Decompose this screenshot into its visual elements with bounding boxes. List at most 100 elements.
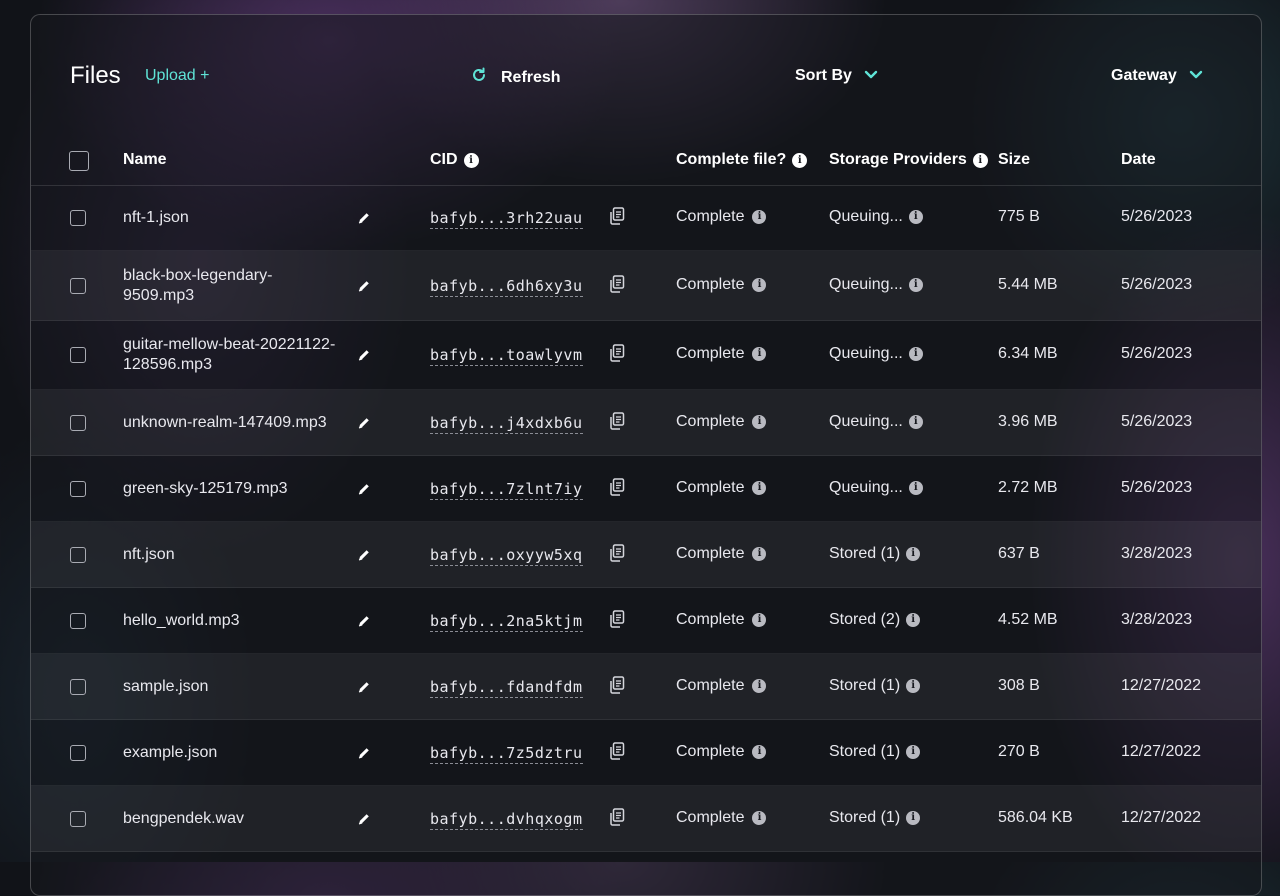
info-icon[interactable]: i xyxy=(752,810,767,825)
cid-value[interactable]: bafyb...fdandfdm xyxy=(430,678,583,698)
cid-value[interactable]: bafyb...2na5ktjm xyxy=(430,612,583,632)
storage-label: Stored (1) xyxy=(829,676,901,694)
info-icon[interactable]: i xyxy=(752,546,767,561)
cid-value[interactable]: bafyb...3rh22uau xyxy=(430,209,583,229)
pencil-icon[interactable] xyxy=(357,348,371,362)
info-icon[interactable]: i xyxy=(906,744,921,759)
row-checkbox[interactable] xyxy=(70,678,86,695)
copy-icon[interactable] xyxy=(609,543,625,562)
table-row: green-sky-125179.mp3 bafyb...7zlnt7iy Comp… xyxy=(31,456,1261,522)
row-checkbox[interactable] xyxy=(70,277,86,294)
chevron-down-icon xyxy=(1189,67,1203,85)
row-checkbox[interactable] xyxy=(70,546,86,563)
column-header-complete[interactable]: Complete file? i xyxy=(676,151,808,169)
copy-icon[interactable] xyxy=(609,477,625,496)
complete-label: Complete xyxy=(676,275,745,293)
table-row: hello_world.mp3 bafyb...2na5ktjm Complete i… xyxy=(31,588,1261,654)
cid-value[interactable]: bafyb...dvhqxogm xyxy=(430,810,583,830)
file-size: 2.72 MB xyxy=(998,478,1058,496)
pencil-icon[interactable] xyxy=(357,279,371,293)
cid-value[interactable]: bafyb...toawlyvm xyxy=(430,346,583,366)
info-icon[interactable]: i xyxy=(752,414,767,429)
info-icon[interactable]: i xyxy=(908,277,923,292)
storage-status: Queuing... i xyxy=(829,479,923,497)
select-all-checkbox[interactable] xyxy=(69,151,89,171)
cid-value[interactable]: bafyb...6dh6xy3u xyxy=(430,277,583,297)
refresh-button[interactable]: Refresh xyxy=(471,67,561,88)
complete-label: Complete xyxy=(676,478,745,496)
copy-icon[interactable] xyxy=(609,411,625,430)
info-icon[interactable]: i xyxy=(906,810,921,825)
row-checkbox[interactable] xyxy=(70,209,86,226)
copy-icon[interactable] xyxy=(609,609,625,628)
row-checkbox[interactable] xyxy=(70,612,86,629)
column-header-cid[interactable]: CID i xyxy=(430,151,479,169)
info-icon[interactable]: i xyxy=(908,480,923,495)
info-icon[interactable]: i xyxy=(752,277,767,292)
file-date: 5/26/2023 xyxy=(1121,345,1193,362)
info-icon[interactable]: i xyxy=(463,152,479,168)
info-icon[interactable]: i xyxy=(906,546,921,561)
info-icon[interactable]: i xyxy=(972,152,988,168)
sort-by-dropdown[interactable]: Sort By xyxy=(795,67,878,85)
storage-status: Queuing... i xyxy=(829,413,923,431)
column-label: Date xyxy=(1121,151,1156,168)
pencil-icon[interactable] xyxy=(357,614,371,628)
file-name: black-box-legendary-9509.mp3 xyxy=(123,266,273,304)
row-checkbox[interactable] xyxy=(70,347,86,363)
copy-icon[interactable] xyxy=(609,344,625,362)
info-icon[interactable]: i xyxy=(906,678,921,693)
file-date: 3/28/2023 xyxy=(1121,610,1193,628)
chevron-down-icon xyxy=(864,67,878,85)
pencil-icon[interactable] xyxy=(357,680,371,694)
table-row: guitar-mellow-beat-20221122-128596.mp3 ba… xyxy=(31,321,1261,390)
column-header-date[interactable]: Date xyxy=(1121,151,1156,169)
cid-value[interactable]: bafyb...7z5dztru xyxy=(430,744,583,764)
info-icon[interactable]: i xyxy=(792,152,808,168)
info-icon[interactable]: i xyxy=(752,612,767,627)
info-icon[interactable]: i xyxy=(752,347,767,361)
storage-label: Stored (1) xyxy=(829,544,901,562)
copy-icon[interactable] xyxy=(609,675,625,694)
row-checkbox[interactable] xyxy=(70,480,86,497)
pencil-icon[interactable] xyxy=(357,812,371,826)
row-checkbox[interactable] xyxy=(70,744,86,761)
copy-icon[interactable] xyxy=(609,274,625,293)
cid-value[interactable]: bafyb...j4xdxb6u xyxy=(430,414,583,434)
gateway-label: Gateway xyxy=(1111,67,1177,84)
table-row: nft.json bafyb...oxyyw5xq Complete i Stored … xyxy=(31,522,1261,588)
upload-button[interactable]: Upload + xyxy=(145,67,210,85)
copy-icon[interactable] xyxy=(609,206,625,225)
info-icon[interactable]: i xyxy=(752,744,767,759)
gateway-dropdown[interactable]: Gateway xyxy=(1111,67,1203,85)
column-header-name[interactable]: Name xyxy=(123,151,167,169)
file-name: unknown-realm-147409.mp3 xyxy=(123,413,327,431)
copy-icon[interactable] xyxy=(609,807,625,826)
file-size: 4.52 MB xyxy=(998,610,1058,628)
pencil-icon[interactable] xyxy=(357,746,371,760)
column-header-storage[interactable]: Storage Providers i xyxy=(829,151,988,169)
info-icon[interactable]: i xyxy=(908,414,923,429)
row-checkbox[interactable] xyxy=(70,414,86,431)
pencil-icon[interactable] xyxy=(357,416,371,430)
info-icon[interactable]: i xyxy=(752,480,767,495)
pencil-icon[interactable] xyxy=(357,211,371,225)
table-row: unknown-realm-147409.mp3 bafyb...j4xdxb6u… xyxy=(31,390,1261,456)
info-icon[interactable]: i xyxy=(752,209,767,224)
row-checkbox[interactable] xyxy=(70,810,86,827)
cid-value[interactable]: bafyb...oxyyw5xq xyxy=(430,546,583,566)
info-icon[interactable]: i xyxy=(908,209,923,224)
complete-label: Complete xyxy=(676,808,745,826)
storage-label: Stored (1) xyxy=(829,808,901,826)
copy-icon[interactable] xyxy=(609,741,625,760)
complete-status: Complete i xyxy=(676,275,767,294)
pencil-icon[interactable] xyxy=(357,482,371,496)
pencil-icon[interactable] xyxy=(357,548,371,562)
column-header-size[interactable]: Size xyxy=(998,151,1030,169)
info-icon[interactable]: i xyxy=(752,678,767,693)
complete-status: Complete i xyxy=(676,545,767,563)
file-size: 586.04 KB xyxy=(998,808,1073,826)
cid-value[interactable]: bafyb...7zlnt7iy xyxy=(430,480,583,500)
info-icon[interactable]: i xyxy=(908,347,923,361)
info-icon[interactable]: i xyxy=(906,612,921,627)
